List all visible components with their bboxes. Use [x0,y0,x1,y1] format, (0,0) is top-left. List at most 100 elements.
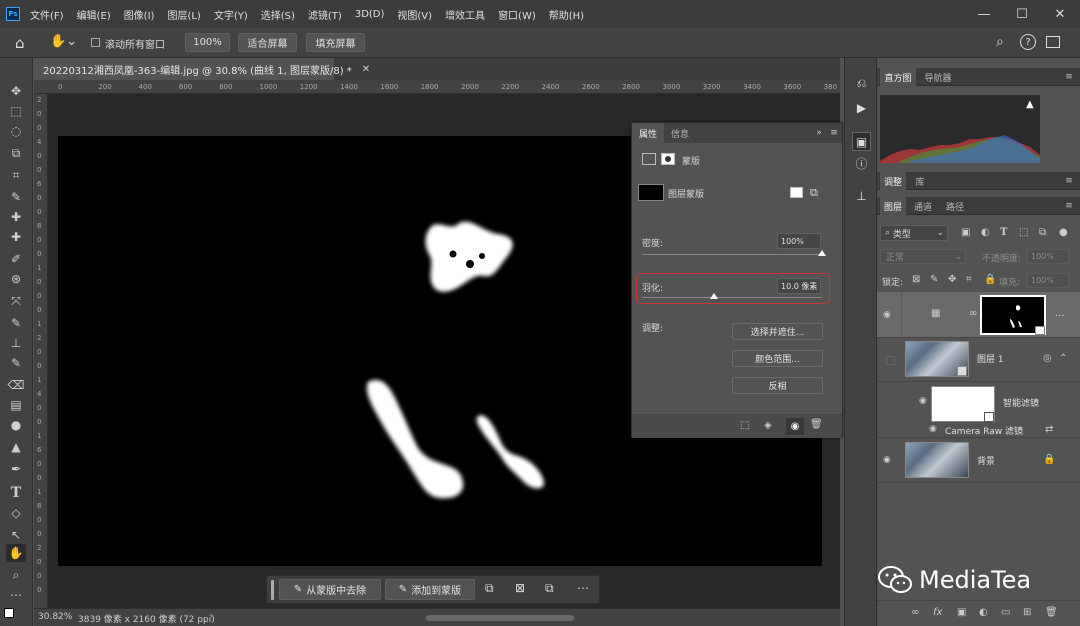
fill-screen-button[interactable]: 填充屏幕 [306,33,365,52]
maximize-icon[interactable]: ☐ [1002,0,1042,28]
lock-all-icon[interactable]: 🔒 [984,274,996,285]
menu-edit[interactable]: 编辑(E) [77,7,111,22]
new-group-icon[interactable]: ▭ [1001,607,1010,618]
add-mask-icon[interactable]: ▣ [957,607,966,618]
mixer-brush-tool-icon[interactable]: ✎ [6,354,26,372]
dodge-tool-icon[interactable]: ▲ [6,438,26,456]
direct-select-tool-icon[interactable]: ↖ [6,526,26,544]
home-icon[interactable]: ⌂ [15,34,35,52]
tab-libraries[interactable]: 库 [910,172,930,190]
minimize-icon[interactable]: — [964,0,1004,28]
menu-select[interactable]: 选择(S) [261,7,295,22]
filter-type-icon[interactable]: T [1000,227,1007,238]
zoom-tool-icon[interactable]: ⌕ [6,566,26,584]
layers-menu-icon[interactable]: ≡ [1062,197,1076,215]
tab-channels[interactable]: 通道 [910,197,936,215]
collapse-panel-icon[interactable]: » [812,123,826,143]
help-icon[interactable]: ? [1020,34,1036,50]
tab-adjustments[interactable]: 调整 [880,172,906,190]
blur-tool-icon[interactable]: ● [6,416,26,434]
actions-panel-icon[interactable]: ▶ [852,98,871,117]
density-slider[interactable] [642,254,822,255]
visibility-icon[interactable]: ◉ [786,418,804,435]
type-tool-icon[interactable]: T [6,484,26,502]
tab-paths[interactable]: 路径 [942,197,968,215]
lock-image-icon[interactable]: ✎ [930,274,938,285]
filter-pixel-icon[interactable]: ▣ [961,227,970,238]
invert-button[interactable]: 反相 [732,377,823,394]
select-mask-icon[interactable] [790,187,803,198]
subtract-from-mask-button[interactable]: ✎ 从蒙版中去除 [279,579,381,600]
background-eye-icon[interactable]: ◉ [883,455,891,465]
glyphs-panel-icon[interactable]: ⊥ [852,186,871,205]
filter-options-icon[interactable]: ⇄ [1045,424,1053,435]
task-bar-handle[interactable] [271,580,274,600]
link-layers-icon[interactable]: ∞ [911,607,919,618]
layer-style-icon[interactable]: fx [933,607,942,618]
mask-option-icon-3[interactable]: ⧉ [545,581,554,596]
path-select-tool-icon[interactable]: ◇ [6,504,26,522]
pixel-mask-icon[interactable] [642,153,656,165]
filter-toggle-icon[interactable]: ● [1059,227,1068,238]
marquee-tool-icon[interactable]: ⬚ [6,102,26,120]
feather-input[interactable]: 10.0 像素 [777,278,821,294]
menu-help[interactable]: 帮助(H) [549,7,584,22]
more-options-icon[interactable]: ⋯ [577,581,589,595]
lock-transparent-icon[interactable]: ⊠ [912,274,920,285]
tab-histogram[interactable]: 直方图 [880,68,916,86]
brush-tool-icon[interactable]: ✐ [6,250,26,268]
new-layer-icon[interactable]: ⊞ [1023,607,1031,618]
menu-layer[interactable]: 图层(L) [167,7,200,22]
feather-slider-thumb[interactable] [710,293,718,299]
layer-kind-filter[interactable]: ⌕ 类型 ⌄ [880,225,948,241]
object-select-tool-icon[interactable]: ⧉ [6,144,26,162]
color-range-button[interactable]: 颜色范围... [732,350,823,367]
layer-mask-icon[interactable] [661,153,675,165]
new-adjustment-icon[interactable]: ◐ [979,607,988,618]
hand-tool-icon[interactable]: ✋ [6,544,26,562]
close-tab-icon[interactable]: ✕ [362,64,370,75]
layer-row-background[interactable]: ◉ 背景 🔒 [877,439,1080,483]
pen-tool-icon[interactable]: ✒ [6,460,26,478]
camera-raw-eye-icon[interactable]: ◉ [929,424,937,434]
search-icon[interactable]: ⌕ [996,34,1004,50]
menu-file[interactable]: 文件(F) [30,7,64,22]
hand-tool-preset-icon[interactable]: ✋⌄ [50,34,78,52]
menu-filter[interactable]: 滤镜(T) [308,7,342,22]
smart-filters-label[interactable]: 智能滤镜 [1003,396,1039,409]
warning-icon[interactable]: ▲ [1026,99,1034,110]
eyedropper-tool-icon[interactable]: ✎ [6,188,26,206]
density-input[interactable]: 100% [777,233,821,249]
workspace-icon[interactable] [1046,36,1060,48]
filter-smart-object-icon[interactable]: ⧉ [1039,227,1046,238]
more-tools-icon[interactable]: ⋯ [6,586,26,604]
eraser-tool-icon[interactable]: ✎ [6,314,26,332]
layer-row-curves[interactable]: ◉ ▦ ∞ ... [877,292,1080,338]
lock-position-icon[interactable]: ✥ [948,274,956,285]
layer-name-layer-1[interactable]: 图层 1 [977,352,1004,365]
menu-window[interactable]: 窗口(W) [498,7,536,22]
layer-row-smart-filters[interactable]: ◉ 智能滤镜 ◉ Camera Raw 滤镜 ⇄ [877,382,1080,438]
opacity-input[interactable]: 100% [1027,249,1069,264]
layer-row-layer-1[interactable]: 图层 1 ◎ ⌃ [877,338,1080,382]
tab-info[interactable]: 信息 [666,123,694,143]
expand-arrow-icon[interactable]: ⌃ [1059,353,1067,364]
move-tool-icon[interactable]: ✥ [6,82,26,100]
select-and-mask-button[interactable]: 选择并遮住... [732,323,823,340]
blend-mode-select[interactable]: 正常 ⌄ [880,249,966,264]
stamp-tool-icon[interactable]: ⊥ [6,334,26,352]
menu-plugins[interactable]: 增效工具 [445,7,485,22]
tab-layers[interactable]: 图层 [880,197,906,215]
clone-stamp-tool-icon[interactable]: ⊛ [6,270,26,288]
properties-panel-icon[interactable]: ▣ [852,132,871,151]
adjust-menu-icon[interactable]: ≡ [1062,172,1076,190]
close-icon[interactable]: ✕ [1040,0,1080,28]
feather-slider[interactable] [642,297,822,298]
info-panel-icon[interactable]: ⓘ [852,154,871,173]
gradient-tool-icon[interactable]: ▤ [6,396,26,414]
scroll-all-checkbox[interactable] [91,38,100,47]
visibility-eye-icon[interactable]: ◉ [883,310,891,320]
status-menu-arrow-icon[interactable]: › [210,611,214,621]
apply-mask-footer-icon[interactable]: ◈ [764,420,772,431]
zoom-readout[interactable]: 30.82% [38,612,72,622]
